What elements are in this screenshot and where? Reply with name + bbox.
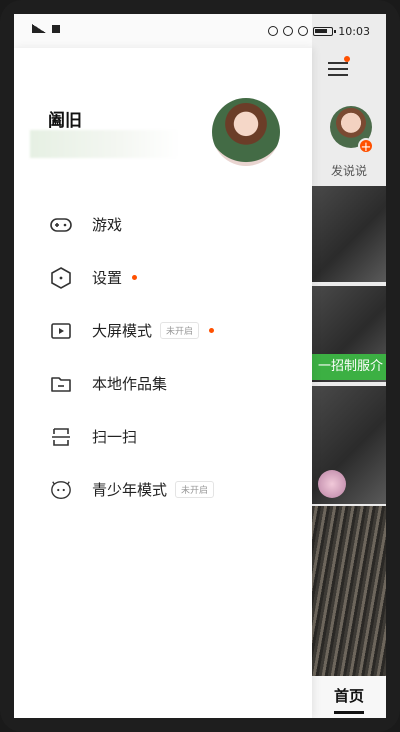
background-feed: + 发说说 一招制服介 首页 [312, 14, 386, 718]
menu-item-label: 大屏模式 [92, 322, 153, 340]
battery-icon [313, 26, 337, 36]
tab-underline [334, 711, 364, 714]
menu-item-games[interactable]: 游戏 [14, 198, 312, 251]
status-right: 10:03 [254, 14, 386, 48]
blurred-user-info [30, 130, 180, 158]
play-screen-icon [50, 320, 72, 342]
menu-item-scan[interactable]: 扫一扫 [14, 410, 312, 463]
feed-thumbnail[interactable] [312, 506, 386, 676]
signal-icon [32, 24, 46, 33]
folder-icon [50, 373, 72, 395]
status-left [32, 24, 60, 33]
teen-mode-icon [50, 479, 72, 501]
drawer-menu: 游戏 设置 大屏模式 未开启 本地作品集 扫一扫 青少年模式 未开启 [14, 198, 312, 516]
alarm-icon [283, 26, 294, 36]
nfc-icon [268, 26, 279, 36]
menu-item-label: 扫一扫 [92, 428, 138, 446]
menu-item-settings[interactable]: 设置 [14, 251, 312, 304]
notification-dot [344, 56, 350, 62]
hexagon-settings-icon [50, 266, 72, 289]
gamepad-icon [50, 214, 72, 236]
scan-icon [50, 426, 72, 448]
post-label[interactable]: 发说说 [312, 162, 386, 179]
side-drawer: 阖旧 游戏 设置 大屏模式 未开启 本地作品集 扫一扫 青少年模式 未开启 [14, 48, 312, 718]
menu-item-label: 设置 [92, 269, 123, 287]
mute-icon [298, 26, 309, 36]
phone-frame: + 发说说 一招制服介 首页 10:03 阖旧 游戏 设置 大屏模式 未开启 本… [0, 0, 400, 732]
tab-home[interactable]: 首页 [312, 676, 386, 718]
feed-thumbnail[interactable] [312, 186, 386, 282]
settings-red-dot [132, 275, 138, 280]
menu-item-teen-mode[interactable]: 青少年模式 未开启 [14, 463, 312, 516]
user-avatar[interactable] [212, 98, 280, 166]
menu-item-label: 游戏 [92, 216, 123, 234]
screen: + 发说说 一招制服介 首页 10:03 阖旧 游戏 设置 大屏模式 未开启 本… [14, 14, 386, 718]
status-tag: 未开启 [175, 481, 215, 498]
status-tag: 未开启 [160, 322, 200, 339]
menu-item-label: 青少年模式 [92, 481, 168, 499]
status-time: 10:03 [338, 24, 370, 38]
notification-icon [52, 24, 60, 33]
menu-item-big-screen[interactable]: 大屏模式 未开启 [14, 304, 312, 357]
hamburger-menu-icon[interactable] [328, 56, 352, 78]
feed-user-avatar[interactable] [318, 470, 346, 498]
feed-banner[interactable]: 一招制服介 [312, 354, 386, 380]
menu-item-label: 本地作品集 [92, 375, 168, 393]
tab-home-label: 首页 [333, 687, 364, 705]
menu-item-local-works[interactable]: 本地作品集 [14, 357, 312, 410]
user-name[interactable]: 阖旧 [48, 106, 82, 131]
plus-icon[interactable]: + [358, 138, 374, 155]
big-screen-red-dot [209, 328, 215, 333]
